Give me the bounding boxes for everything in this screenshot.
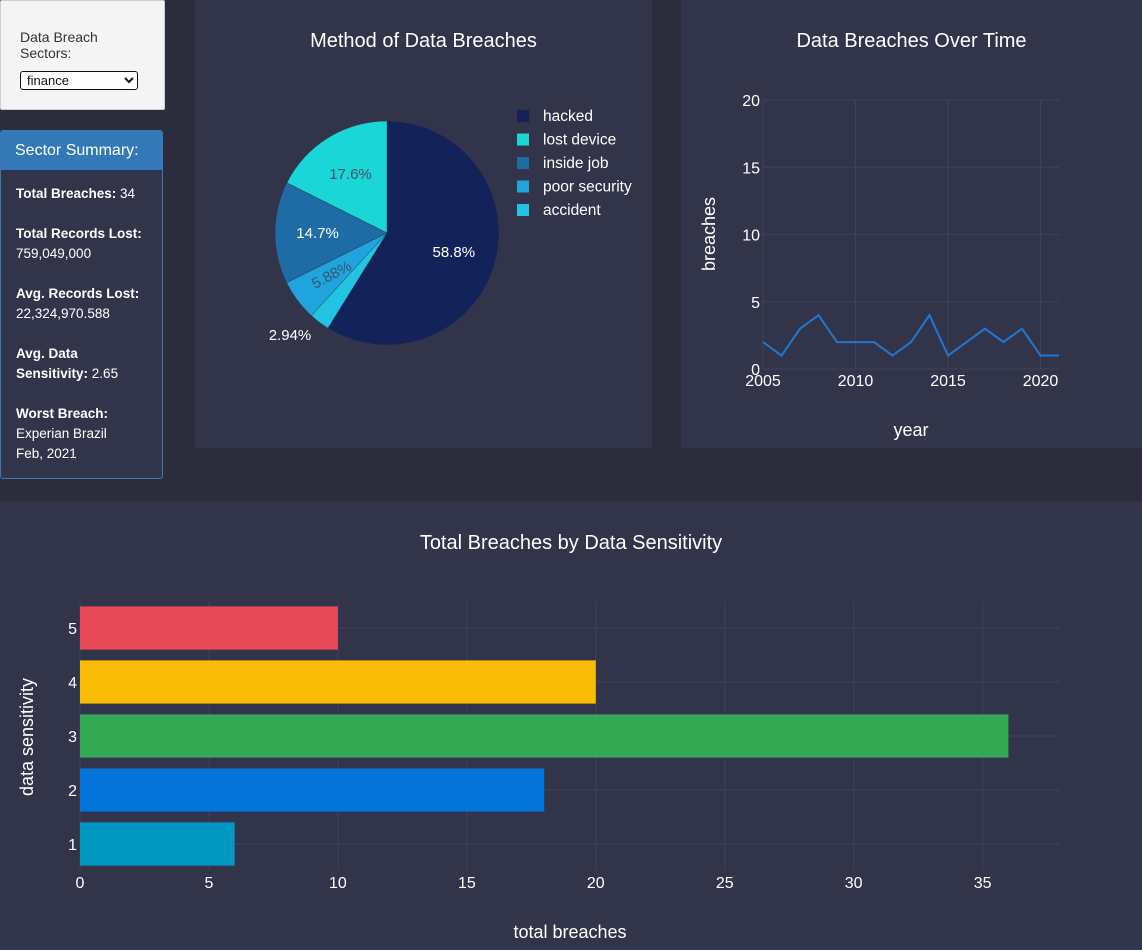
- legend-label-hacked[interactable]: hacked: [543, 108, 593, 125]
- legend-swatch-inside-job[interactable]: [517, 157, 529, 169]
- bar-ytick-label: 1: [68, 837, 77, 854]
- line-xtick-label: 2005: [745, 373, 781, 390]
- bar-sensitivity-4: [80, 660, 596, 704]
- bar-xtick-label: 0: [76, 875, 85, 892]
- total-records-stat: Total Records Lost: 759,049,000: [16, 224, 162, 264]
- sector-summary-header: Sector Summary:: [1, 131, 162, 170]
- bar-y-axis-title: data sensitivity: [17, 678, 37, 796]
- worst-breach-label: Worst Breach:: [16, 406, 109, 421]
- worst-breach-date: Feb, 2021: [16, 446, 77, 461]
- avg-records-value: 22,324,970.588: [16, 306, 110, 321]
- bar-sensitivity-5: [80, 606, 338, 650]
- legend-label-accident[interactable]: accident: [543, 202, 601, 219]
- avg-records-label: Avg. Records Lost:: [16, 286, 140, 301]
- line-y-axis-title: breaches: [699, 197, 719, 271]
- line-ytick-label: 10: [742, 228, 760, 245]
- legend-swatch-hacked[interactable]: [517, 110, 529, 122]
- line-ytick-label: 15: [742, 160, 760, 177]
- bar-xtick-label: 5: [204, 875, 213, 892]
- pie-chart: 58.8%17.6%14.7%5.88%2.94%hackedlost devi…: [269, 108, 632, 346]
- bar-xtick-label: 20: [587, 875, 605, 892]
- bar-sensitivity-1: [80, 822, 235, 866]
- legend-swatch-accident[interactable]: [517, 204, 529, 216]
- total-breaches-label: Total Breaches:: [16, 186, 117, 201]
- bar-ytick-label: 2: [68, 783, 77, 800]
- total-breaches-stat: Total Breaches: 34: [16, 184, 162, 204]
- total-breaches-value: 34: [120, 186, 136, 201]
- avg-records-stat: Avg. Records Lost: 22,324,970.588: [16, 284, 162, 324]
- pie-value-label-hacked: 58.8%: [433, 244, 476, 261]
- bar-ytick-label: 3: [68, 729, 77, 746]
- bar-xtick-label: 25: [716, 875, 734, 892]
- sector-filter-box: Data Breach Sectors: finance: [0, 0, 165, 110]
- bar-ytick-label: 5: [68, 621, 77, 638]
- legend-label-lost-device[interactable]: lost device: [543, 132, 616, 149]
- line-chart: 051015202005 2010 2015 2020yearbreaches: [699, 93, 1059, 440]
- bar-sensitivity-3: [80, 714, 1009, 758]
- pie-value-label-inside-job: 14.7%: [296, 225, 339, 242]
- total-records-value: 759,049,000: [16, 246, 92, 261]
- bar-sensitivity-2: [80, 768, 545, 812]
- avg-sensitivity-label: Avg. Data Sensitivity:: [16, 346, 89, 381]
- line-chart-panel: Data Breaches Over Time 0 5 10 15 20 2005 2010…: [681, 0, 1142, 448]
- sector-select[interactable]: finance: [20, 71, 138, 90]
- line-xtick-label: 2010: [838, 373, 874, 390]
- bar-xtick-label: 35: [974, 875, 992, 892]
- pie-value-label-accident: 2.94%: [269, 327, 312, 344]
- bar-xtick-label: 15: [458, 875, 476, 892]
- legend-swatch-poor-security[interactable]: [517, 180, 529, 193]
- total-records-label: Total Records Lost:: [16, 226, 142, 241]
- line-xtick-label: 2020: [1023, 373, 1059, 390]
- bar-chart: 0 5 10 15 20 25 30 35 1 2 3 4 5 total breaches data se…: [17, 601, 1060, 942]
- line-ytick-label: 5: [751, 295, 760, 312]
- line-series: [762, 313, 1059, 358]
- line-x-axis-title: year: [893, 420, 928, 440]
- bar-x-axis-title: total breaches: [513, 922, 626, 942]
- worst-breach-stat: Worst Breach: Experian Brazil Feb, 2021: [16, 404, 162, 464]
- pie-value-label-lost-device: 17.6%: [329, 166, 372, 183]
- avg-sensitivity-value: 2.65: [91, 366, 119, 381]
- line-ytick-label: 20: [742, 93, 760, 110]
- bar-xtick-label: 30: [845, 875, 863, 892]
- bar-chart-panel: Total Breaches by Data Sensitivity 0 5 10 1…: [0, 501, 1142, 950]
- legend-swatch-lost-device[interactable]: [517, 133, 529, 146]
- worst-breach-name: Experian Brazil: [16, 426, 107, 441]
- sector-summary-card: Sector Summary: Total Breaches: 34 Total…: [0, 130, 163, 479]
- avg-sensitivity-stat: Avg. Data Sensitivity: 2.65: [16, 344, 136, 384]
- legend-label-poor-security[interactable]: poor security: [543, 179, 632, 196]
- legend-label-inside-job[interactable]: inside job: [543, 155, 609, 172]
- sector-filter-label: Data Breach Sectors:: [20, 29, 98, 61]
- pie-chart-panel: Method of Data Breaches 58.8% 17.6% 14.7% 5…: [195, 0, 652, 448]
- line-xtick-label: 2015: [930, 373, 966, 390]
- bar-xtick-label: 10: [329, 875, 347, 892]
- bar-ytick-label: 4: [68, 675, 77, 692]
